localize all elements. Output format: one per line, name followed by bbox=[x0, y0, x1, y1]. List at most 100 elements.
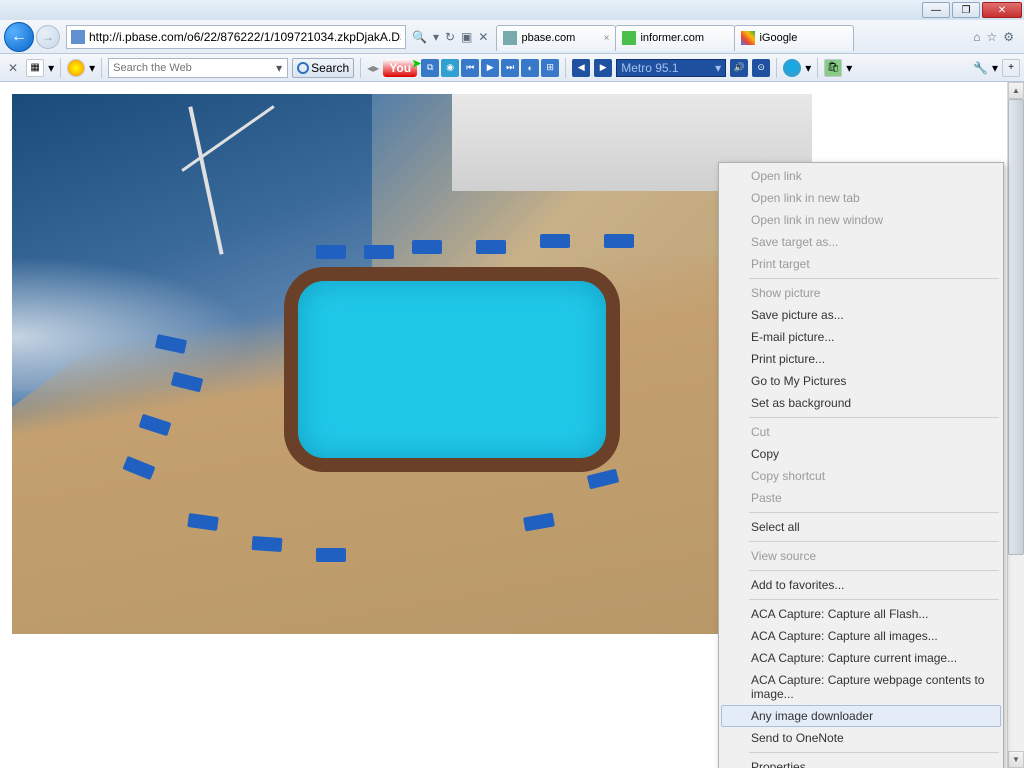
context-menu-item[interactable]: Select all bbox=[721, 516, 1001, 538]
context-menu-item[interactable]: ACA Capture: Capture webpage contents to… bbox=[721, 669, 1001, 705]
media-icon[interactable]: ⧉ bbox=[421, 59, 439, 77]
search-icon[interactable]: 🔍 bbox=[412, 30, 427, 44]
image-detail bbox=[316, 548, 346, 562]
context-menu-item[interactable]: Print picture... bbox=[721, 348, 1001, 370]
vertical-scrollbar[interactable]: ▲ ▼ bbox=[1007, 82, 1024, 768]
tab-informer[interactable]: informer.com bbox=[615, 25, 735, 51]
separator bbox=[749, 599, 999, 600]
context-menu-item: View source bbox=[721, 545, 1001, 567]
magnifier-icon bbox=[297, 62, 309, 74]
context-menu-item[interactable]: ACA Capture: Capture current image... bbox=[721, 647, 1001, 669]
context-menu-item: Print target bbox=[721, 253, 1001, 275]
scroll-down-button[interactable]: ▼ bbox=[1008, 751, 1024, 768]
dropdown-icon[interactable]: ▾ bbox=[89, 61, 95, 75]
media-play-icon[interactable]: ▶ bbox=[481, 59, 499, 77]
radio-prev-icon[interactable]: ◀ bbox=[572, 59, 590, 77]
back-button[interactable]: ← bbox=[4, 22, 34, 52]
scroll-track[interactable] bbox=[1008, 99, 1024, 751]
context-menu[interactable]: Open linkOpen link in new tabOpen link i… bbox=[718, 162, 1004, 768]
context-menu-item[interactable]: Send to OneNote bbox=[721, 727, 1001, 749]
dropdown-icon[interactable]: ▾ bbox=[805, 61, 811, 75]
radio-vol-icon[interactable]: 🔊 bbox=[730, 59, 748, 77]
scroll-thumb[interactable] bbox=[1008, 99, 1024, 555]
context-menu-item[interactable]: ACA Capture: Capture all Flash... bbox=[721, 603, 1001, 625]
context-menu-item[interactable]: Copy bbox=[721, 443, 1001, 465]
address-bar[interactable] bbox=[66, 25, 406, 49]
forward-button[interactable]: → bbox=[36, 25, 60, 49]
favorites-icon[interactable]: ☆ bbox=[986, 30, 997, 44]
search-dropdown-icon[interactable]: ▾ bbox=[271, 61, 287, 75]
context-menu-item: Save target as... bbox=[721, 231, 1001, 253]
separator bbox=[817, 58, 818, 78]
toolbar-search-input[interactable] bbox=[109, 62, 271, 74]
window-close-button[interactable]: ✕ bbox=[982, 2, 1022, 18]
context-menu-item[interactable]: Any image downloader bbox=[721, 705, 1001, 727]
radio-opts-icon[interactable]: ⊙ bbox=[752, 59, 770, 77]
site-icon bbox=[71, 30, 85, 44]
addon-toolbar: ✕ ▦ ▾ ▾ ▾ Search ◂▸ You➤ ⧉ ◉ ⏮ ▶ ⏭ ◐ ⊞ ◀… bbox=[0, 54, 1024, 82]
media-next-icon[interactable]: ⏭ bbox=[501, 59, 519, 77]
url-input[interactable] bbox=[89, 30, 401, 44]
tab-close-icon[interactable]: × bbox=[604, 33, 610, 44]
home-icon[interactable]: ⌂ bbox=[973, 30, 980, 44]
stop-icon[interactable]: ✕ bbox=[478, 30, 488, 44]
tab-igoogle[interactable]: iGoogle bbox=[734, 25, 854, 51]
image-detail bbox=[476, 240, 506, 254]
media-icons: ⧉ ◉ ⏮ ▶ ⏭ ◐ ⊞ bbox=[421, 59, 559, 77]
context-menu-item[interactable]: Go to My Pictures bbox=[721, 370, 1001, 392]
toolbar-orb-icon[interactable] bbox=[67, 59, 85, 77]
toolbar-close-icon[interactable]: ✕ bbox=[4, 61, 22, 75]
tab-pbase[interactable]: pbase.com × bbox=[496, 25, 616, 51]
context-menu-item: Open link in new window bbox=[721, 209, 1001, 231]
separator bbox=[749, 278, 999, 279]
context-menu-item[interactable]: Set as background bbox=[721, 392, 1001, 414]
toolbar-search-box[interactable]: ▾ bbox=[108, 58, 288, 78]
context-menu-item[interactable]: Properties bbox=[721, 756, 1001, 768]
tools-icon[interactable]: ⚙ bbox=[1003, 30, 1014, 44]
radio-station-display[interactable]: Metro 95.1▾ bbox=[616, 59, 726, 77]
separator bbox=[749, 512, 999, 513]
toolbar-search-button[interactable]: Search bbox=[292, 58, 354, 78]
image-detail bbox=[316, 245, 346, 259]
dropdown-icon[interactable]: ▾ bbox=[433, 30, 439, 44]
compat-icon[interactable]: ▣ bbox=[461, 30, 472, 44]
separator bbox=[360, 58, 361, 78]
context-menu-item: Open link in new tab bbox=[721, 187, 1001, 209]
eco-icon[interactable]: 🛍 bbox=[824, 59, 842, 77]
tab-label: informer.com bbox=[640, 32, 728, 44]
youtube-button[interactable]: You➤ bbox=[383, 59, 417, 77]
separator bbox=[749, 541, 999, 542]
media-icon[interactable]: ◉ bbox=[441, 59, 459, 77]
tab-label: iGoogle bbox=[759, 32, 847, 44]
refresh-icon[interactable]: ↻ bbox=[445, 30, 455, 44]
window-minimize-button[interactable]: — bbox=[922, 2, 950, 18]
context-menu-item[interactable]: ACA Capture: Capture all images... bbox=[721, 625, 1001, 647]
context-menu-item: Paste bbox=[721, 487, 1001, 509]
media-icon[interactable]: ⊞ bbox=[541, 59, 559, 77]
window-titlebar: — ❐ ✕ bbox=[0, 0, 1024, 20]
separator bbox=[776, 58, 777, 78]
dropdown-icon[interactable]: ▾ bbox=[992, 61, 998, 75]
context-menu-item[interactable]: Add to favorites... bbox=[721, 574, 1001, 596]
nav-icon[interactable]: ◂▸ bbox=[367, 61, 379, 75]
media-icon[interactable]: ◐ bbox=[521, 59, 539, 77]
context-menu-item: Cut bbox=[721, 421, 1001, 443]
media-prev-icon[interactable]: ⏮ bbox=[461, 59, 479, 77]
add-button[interactable]: + bbox=[1002, 59, 1020, 77]
context-menu-item[interactable]: Save picture as... bbox=[721, 304, 1001, 326]
window-maximize-button[interactable]: ❐ bbox=[952, 2, 980, 18]
dropdown-icon[interactable]: ▾ bbox=[846, 61, 852, 75]
separator bbox=[749, 570, 999, 571]
favicon-icon bbox=[503, 31, 517, 45]
globe-icon[interactable]: 🌐 bbox=[783, 59, 801, 77]
dropdown-icon[interactable]: ▾ bbox=[48, 61, 54, 75]
main-image[interactable] bbox=[12, 94, 812, 634]
tab-strip: pbase.com × informer.com iGoogle bbox=[496, 23, 967, 51]
context-menu-item: Show picture bbox=[721, 282, 1001, 304]
page-content: Open linkOpen link in new tabOpen link i… bbox=[0, 82, 1024, 768]
toolbar-app-icon[interactable]: ▦ bbox=[26, 59, 44, 77]
wrench-icon[interactable]: 🔧 bbox=[973, 61, 988, 75]
scroll-up-button[interactable]: ▲ bbox=[1008, 82, 1024, 99]
context-menu-item[interactable]: E-mail picture... bbox=[721, 326, 1001, 348]
radio-play-icon[interactable]: ▶ bbox=[594, 59, 612, 77]
